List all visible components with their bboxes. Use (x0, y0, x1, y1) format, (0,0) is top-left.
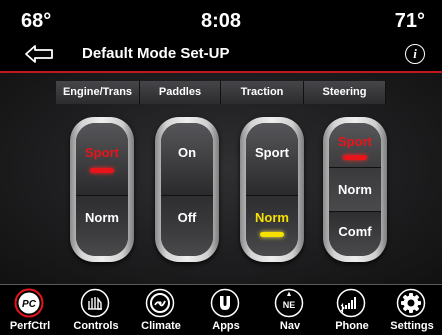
title-bar: Default Mode Set-UP i (0, 36, 442, 72)
paddles-off-label: Off (177, 210, 197, 225)
nav-label-settings: Settings (390, 320, 434, 332)
clock: 8:08 (200, 10, 242, 32)
nav-climate[interactable]: Climate (131, 285, 191, 335)
nav-perfctrl[interactable]: PC PerfCtrl (0, 285, 60, 335)
back-button[interactable] (24, 44, 56, 64)
engine-trans-option-bottom[interactable]: Norm (76, 195, 128, 256)
traction-option-top[interactable]: Sport (246, 123, 298, 195)
steering-active-indicator (343, 155, 367, 160)
phone-icon (336, 288, 366, 318)
steering-norm-label: Norm (338, 182, 372, 197)
steering-option-middle[interactable]: Norm (329, 167, 381, 211)
nav-icon-text: NE (283, 300, 296, 310)
steering-sport-label: Sport (338, 134, 372, 149)
bottom-nav: PC PerfCtrl Controls Climate Apps NE Nav… (0, 285, 442, 335)
traction-switch[interactable]: Sport Norm (240, 117, 304, 262)
traction-norm-label: Norm (255, 210, 289, 225)
engine-trans-active-indicator (90, 168, 114, 173)
page-title: Default Mode Set-UP (82, 45, 230, 62)
engine-trans-option-top[interactable]: Sport (76, 123, 128, 195)
nav-icon: NE (274, 288, 304, 318)
nav-controls[interactable]: Controls (66, 285, 126, 335)
steering-comf-label: Comf (338, 224, 372, 239)
nav-apps[interactable]: Apps (196, 285, 256, 335)
nav-phone[interactable]: Phone (322, 285, 382, 335)
paddles-switch[interactable]: On Off (155, 117, 219, 262)
engine-trans-norm-label: Norm (85, 210, 119, 225)
back-arrow-icon (25, 45, 53, 63)
info-icon: i (413, 46, 417, 61)
info-button[interactable]: i (405, 44, 425, 64)
perfctrl-icon: PC (14, 288, 44, 318)
column-header-steering: Steering (304, 81, 386, 104)
nav-settings[interactable]: Settings (382, 285, 442, 335)
climate-icon (145, 288, 175, 318)
mode-setup-panel: Engine/Trans Paddles Traction Steering S… (0, 73, 442, 284)
paddles-option-top[interactable]: On (161, 123, 213, 195)
column-header-engine-trans: Engine/Trans (56, 81, 140, 104)
traction-sport-label: Sport (255, 145, 289, 160)
controls-icon (80, 288, 110, 318)
steering-option-top[interactable]: Sport (329, 123, 381, 167)
settings-icon (396, 288, 426, 318)
traction-active-indicator (260, 232, 284, 237)
engine-trans-sport-label: Sport (85, 145, 119, 160)
paddles-option-bottom[interactable]: Off (161, 195, 213, 256)
passenger-temperature[interactable]: 71° (395, 10, 425, 33)
steering-option-bottom[interactable]: Comf (329, 211, 381, 256)
engine-trans-switch[interactable]: Sport Norm (70, 117, 134, 262)
apps-icon (210, 288, 240, 318)
column-header-traction: Traction (221, 81, 304, 104)
steering-switch[interactable]: Sport Norm Comf (323, 117, 387, 262)
traction-option-bottom[interactable]: Norm (246, 195, 298, 256)
paddles-on-label: On (177, 145, 197, 160)
perfctrl-icon-text: PC (22, 299, 37, 310)
column-header-paddles: Paddles (140, 81, 221, 104)
status-bar: 68° 8:08 71° (0, 0, 442, 36)
nav-nav[interactable]: NE Nav (260, 285, 320, 335)
